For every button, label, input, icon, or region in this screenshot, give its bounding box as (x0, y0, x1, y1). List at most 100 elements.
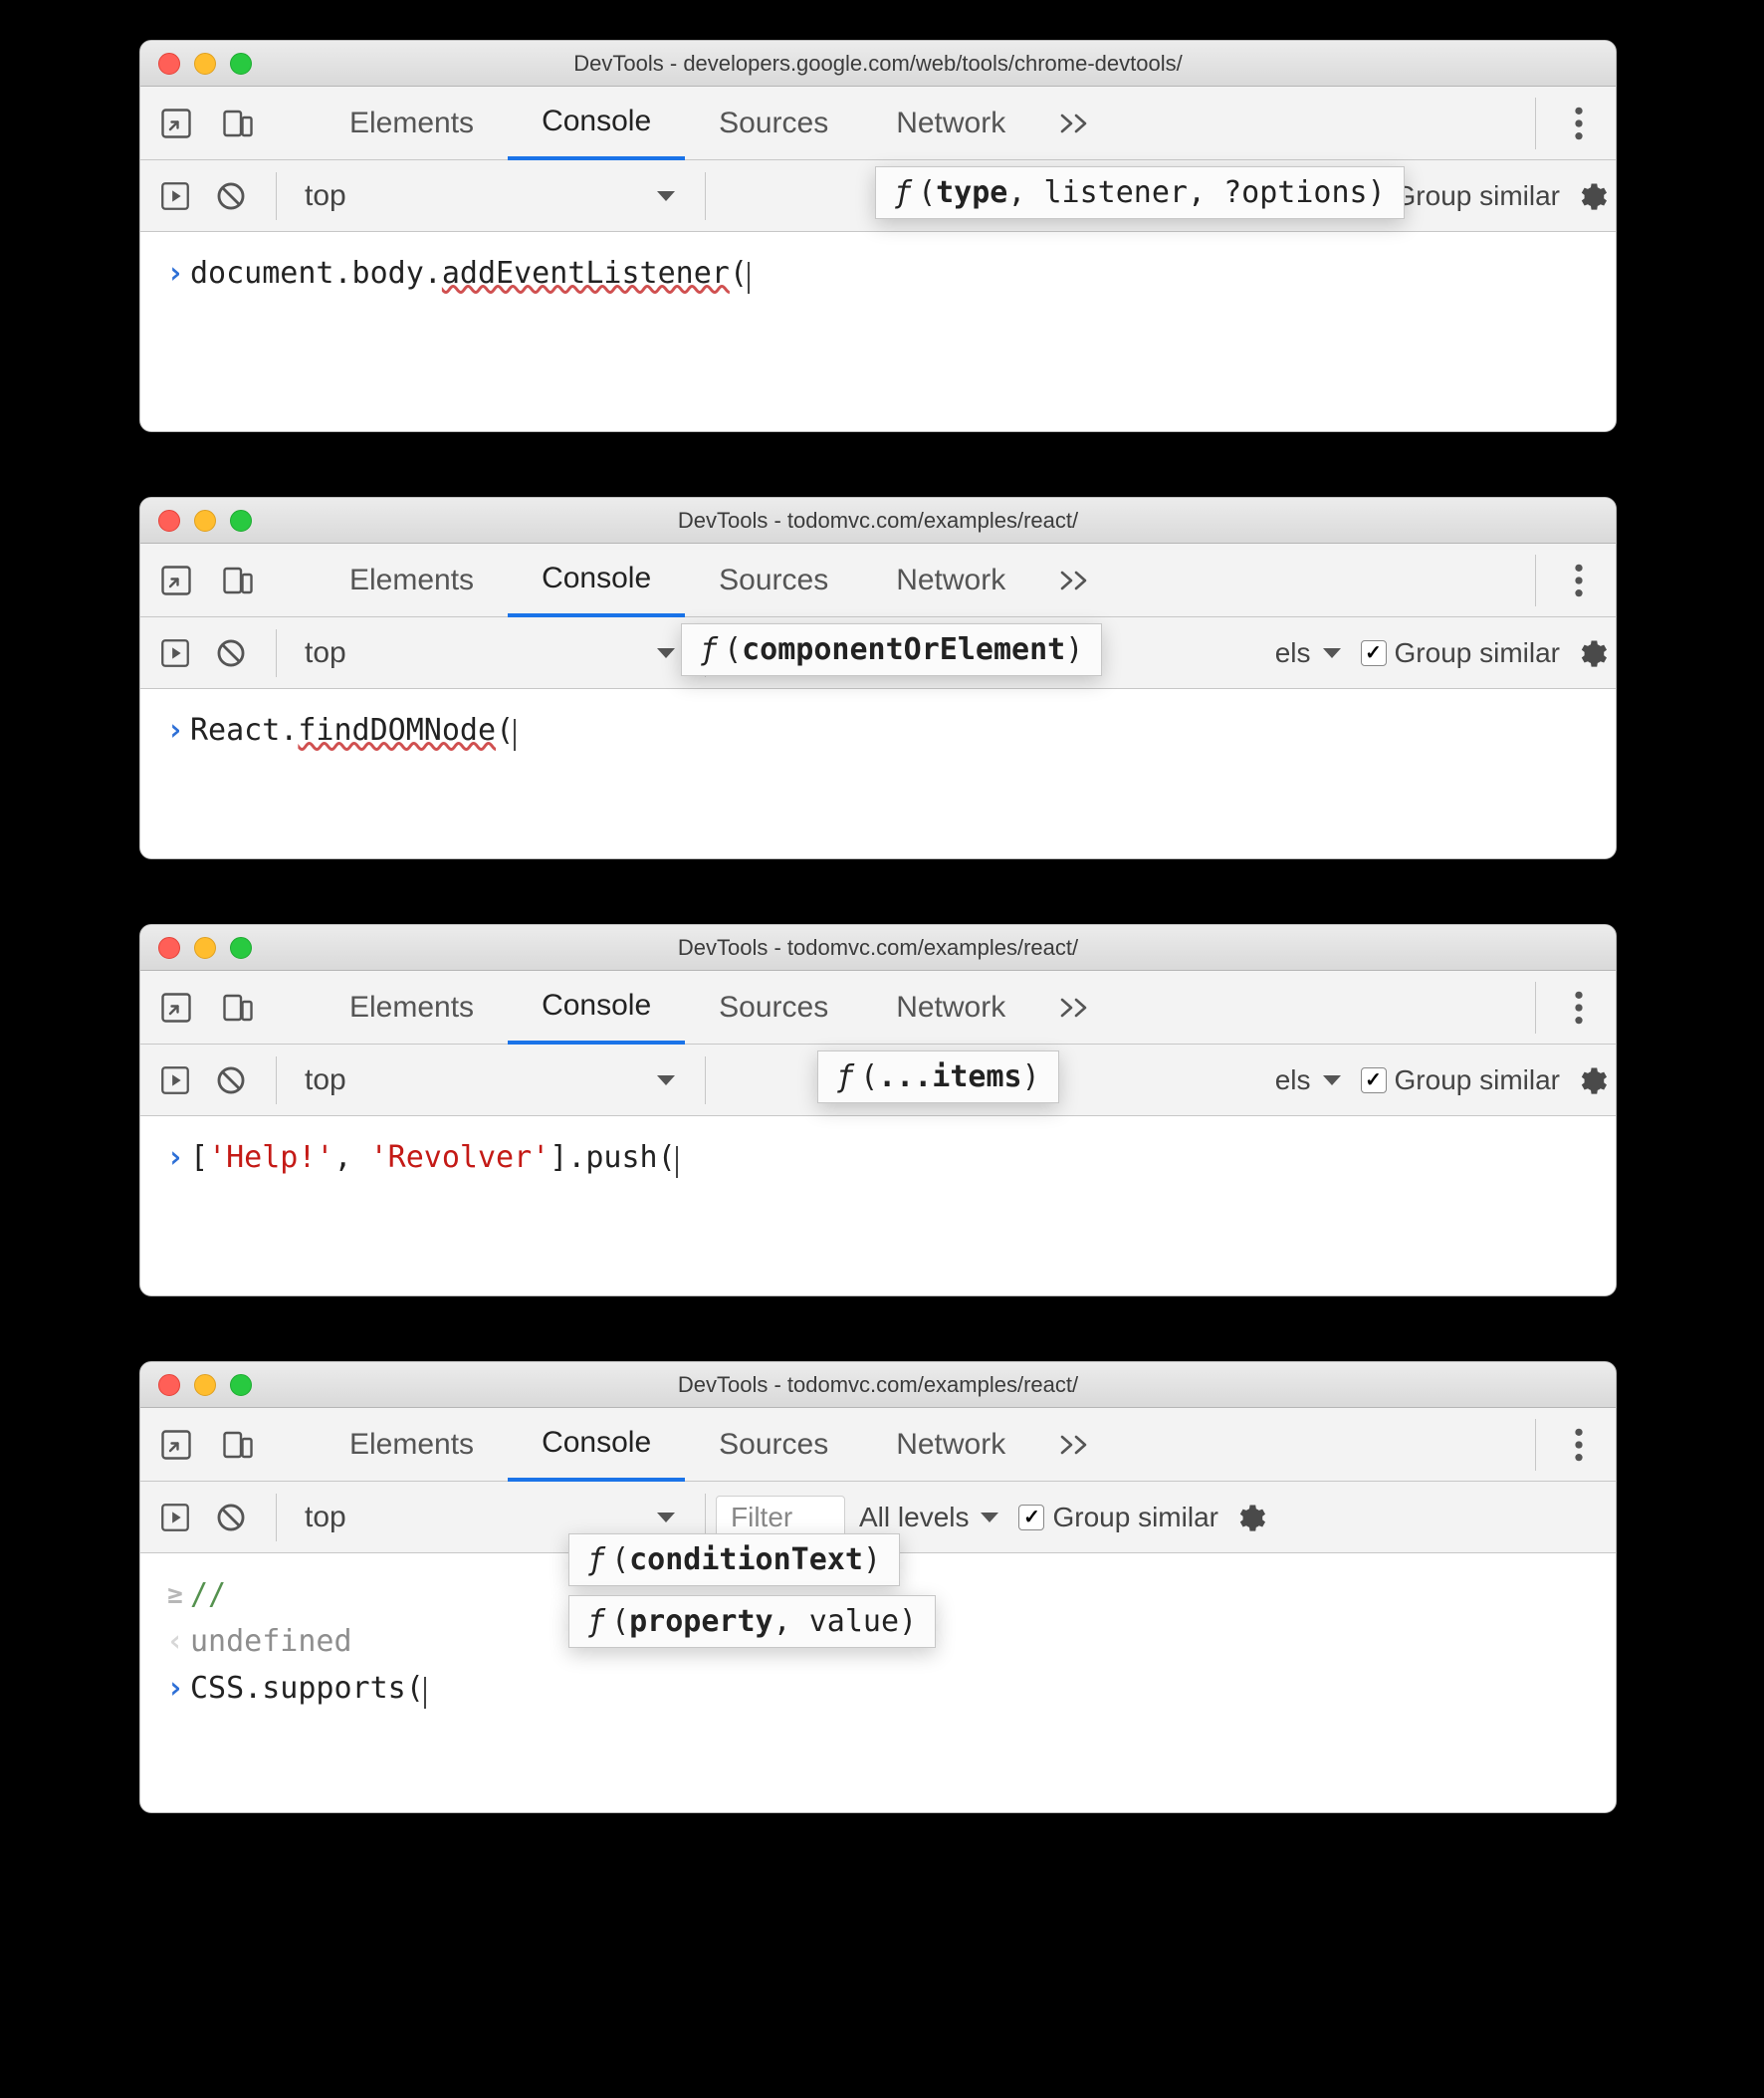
log-levels-select[interactable]: els (1275, 1064, 1343, 1096)
separator (1535, 1419, 1536, 1471)
log-levels-select[interactable]: All levels (859, 1502, 1000, 1533)
group-similar-checkbox[interactable]: ✓ (1361, 1067, 1387, 1093)
clear-console-icon[interactable] (214, 1063, 248, 1097)
tab-elements[interactable]: Elements (316, 87, 508, 160)
console-body[interactable]: ƒ(conditionText)ƒ(property, value)≥//‹un… (140, 1553, 1616, 1812)
minimize-dot[interactable] (194, 510, 216, 532)
window-title: DevTools - todomvc.com/examples/react/ (678, 508, 1078, 534)
minimize-dot[interactable] (194, 53, 216, 75)
context-selector[interactable]: top (287, 170, 695, 222)
chevron-down-icon (655, 189, 677, 203)
tab-console[interactable]: Console (508, 87, 685, 160)
sidebar-toggle-icon[interactable] (158, 1063, 192, 1097)
sidebar-toggle-icon[interactable] (158, 1501, 192, 1534)
group-similar-label: Group similar (1395, 180, 1560, 212)
more-tabs-icon[interactable] (1059, 996, 1093, 1020)
filter-placeholder: Filter (731, 1502, 792, 1533)
console-row[interactable]: ›document.body.addEventListener( (140, 250, 1616, 297)
close-dot[interactable] (158, 53, 180, 75)
panel-tabs: ElementsConsoleSourcesNetwork (140, 1408, 1616, 1482)
chevron-down-icon (655, 1511, 677, 1524)
console-row[interactable]: ›['Help!', 'Revolver'].push( (140, 1134, 1616, 1181)
tab-sources[interactable]: Sources (685, 1408, 862, 1482)
separator (1535, 98, 1536, 149)
kebab-menu-icon[interactable] (1560, 105, 1598, 142)
inspect-icon[interactable] (158, 106, 194, 141)
device-toggle-icon[interactable] (220, 990, 256, 1026)
sidebar-toggle-icon[interactable] (158, 179, 192, 213)
gear-icon[interactable] (1232, 1501, 1266, 1534)
device-toggle-icon[interactable] (220, 106, 256, 141)
inspect-icon[interactable] (158, 563, 194, 598)
clear-console-icon[interactable] (214, 636, 248, 670)
more-tabs-icon[interactable] (1059, 1433, 1093, 1457)
code-segment: ( (730, 256, 748, 291)
zoom-dot[interactable] (230, 1374, 252, 1396)
tab-sources[interactable]: Sources (685, 87, 862, 160)
code-segment: , (334, 1140, 370, 1175)
signature-tooltip: ƒ(componentOrElement) (681, 623, 1102, 676)
text-caret (514, 719, 516, 751)
sidebar-toggle-icon[interactable] (158, 636, 192, 670)
signature-part: ) (1065, 632, 1083, 667)
code-segment: undefined (190, 1624, 352, 1659)
kebab-menu-icon[interactable] (1560, 989, 1598, 1027)
tab-sources[interactable]: Sources (685, 971, 862, 1045)
context-selector[interactable]: top (287, 627, 695, 679)
gear-icon[interactable] (1574, 179, 1608, 213)
log-levels-label: els (1275, 1064, 1311, 1096)
text-caret (424, 1677, 426, 1709)
separator (1535, 555, 1536, 606)
kebab-menu-icon[interactable] (1560, 1426, 1598, 1464)
context-selector[interactable]: top (287, 1054, 695, 1106)
inspect-icon[interactable] (158, 990, 194, 1026)
console-row[interactable]: ›React.findDOMNode( (140, 707, 1616, 754)
code-text: CSS.supports( (190, 1671, 426, 1706)
clear-console-icon[interactable] (214, 179, 248, 213)
tab-network[interactable]: Network (862, 544, 1039, 617)
more-tabs-icon[interactable] (1059, 112, 1093, 135)
kebab-menu-icon[interactable] (1560, 562, 1598, 599)
tab-network[interactable]: Network (862, 971, 1039, 1045)
console-body[interactable]: ƒ(type, listener, ?options)›document.bod… (140, 232, 1616, 431)
tab-console[interactable]: Console (508, 1408, 685, 1482)
tab-sources[interactable]: Sources (685, 544, 862, 617)
clear-console-icon[interactable] (214, 1501, 248, 1534)
function-icon: ƒ (894, 175, 912, 210)
signature-tooltip: ƒ(type, listener, ?options) (875, 166, 1405, 219)
log-levels-select[interactable]: els (1275, 637, 1343, 669)
console-body[interactable]: ƒ(componentOrElement)›React.findDOMNode( (140, 689, 1616, 858)
more-tabs-icon[interactable] (1059, 569, 1093, 592)
tab-console[interactable]: Console (508, 544, 685, 617)
device-toggle-icon[interactable] (220, 1427, 256, 1463)
gear-icon[interactable] (1574, 636, 1608, 670)
console-body[interactable]: ƒ(...items)›['Help!', 'Revolver'].push( (140, 1116, 1616, 1295)
zoom-dot[interactable] (230, 937, 252, 959)
group-similar-checkbox[interactable]: ✓ (1018, 1505, 1044, 1530)
zoom-dot[interactable] (230, 510, 252, 532)
gear-icon[interactable] (1574, 1063, 1608, 1097)
close-dot[interactable] (158, 510, 180, 532)
minimize-dot[interactable] (194, 1374, 216, 1396)
tab-elements[interactable]: Elements (316, 544, 508, 617)
tab-network[interactable]: Network (862, 87, 1039, 160)
minimize-dot[interactable] (194, 937, 216, 959)
log-levels-label: All levels (859, 1502, 969, 1533)
prompt-icon: › (160, 1671, 190, 1706)
code-segment: addEventListener (442, 256, 730, 291)
code-segment: // (190, 1577, 226, 1612)
zoom-dot[interactable] (230, 53, 252, 75)
inspect-icon[interactable] (158, 1427, 194, 1463)
tab-elements[interactable]: Elements (316, 971, 508, 1045)
close-dot[interactable] (158, 1374, 180, 1396)
log-levels-label: els (1275, 637, 1311, 669)
device-toggle-icon[interactable] (220, 563, 256, 598)
tab-network[interactable]: Network (862, 1408, 1039, 1482)
signature-part: ( (918, 175, 936, 210)
tab-elements[interactable]: Elements (316, 1408, 508, 1482)
filter-input[interactable]: Filter (716, 1496, 845, 1539)
console-row[interactable]: ›CSS.supports( (140, 1665, 1616, 1712)
group-similar-checkbox[interactable]: ✓ (1361, 640, 1387, 666)
tab-console[interactable]: Console (508, 971, 685, 1045)
close-dot[interactable] (158, 937, 180, 959)
